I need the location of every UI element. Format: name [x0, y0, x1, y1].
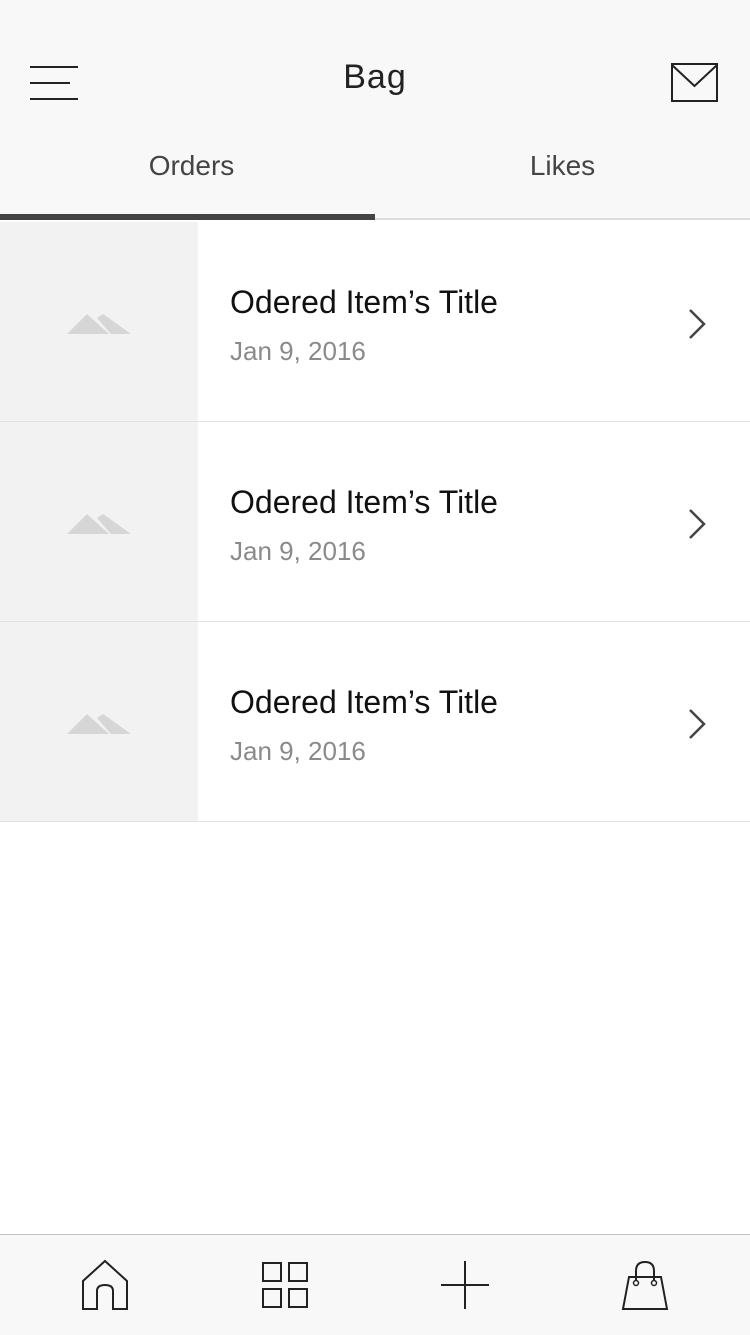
tab-bar-add[interactable]: [439, 1259, 491, 1311]
chevron-right-icon: [689, 709, 706, 739]
bottom-tab-bar: [0, 1234, 750, 1335]
image-placeholder-icon: [67, 714, 131, 734]
order-title: Odered Item’s Title: [230, 684, 498, 720]
tab-bar-bag[interactable]: [619, 1259, 671, 1311]
plus-icon: [441, 1261, 489, 1309]
order-title: Odered Item’s Title: [230, 284, 498, 320]
envelope-icon: [671, 63, 718, 102]
order-date: Jan 9, 2016: [230, 536, 366, 566]
order-thumbnail: [0, 422, 198, 621]
tab-likes[interactable]: Likes: [375, 150, 750, 182]
page-title: Bag: [343, 58, 407, 96]
order-date: Jan 9, 2016: [230, 736, 366, 766]
image-placeholder-icon: [67, 514, 131, 534]
orders-list: Odered Item’s Title Jan 9, 2016 Odered I…: [0, 222, 750, 822]
order-date: Jan 9, 2016: [230, 336, 366, 366]
order-thumbnail: [0, 222, 198, 421]
order-row[interactable]: Odered Item’s Title Jan 9, 2016: [0, 622, 750, 822]
grid-icon: [262, 1262, 308, 1308]
home-icon: [82, 1259, 128, 1310]
order-row[interactable]: Odered Item’s Title Jan 9, 2016: [0, 222, 750, 422]
tab-orders[interactable]: Orders: [8, 150, 375, 182]
order-title: Odered Item’s Title: [230, 484, 498, 520]
order-row[interactable]: Odered Item’s Title Jan 9, 2016: [0, 422, 750, 622]
tab-bar-browse[interactable]: [259, 1259, 311, 1311]
image-placeholder-icon: [67, 314, 131, 334]
tab-bar-home[interactable]: [79, 1259, 131, 1311]
menu-bar-bottom: [30, 98, 78, 100]
chevron-right-icon: [689, 509, 706, 539]
header: Bag Orders Likes: [0, 0, 750, 220]
active-tab-indicator: [0, 214, 375, 220]
order-thumbnail: [0, 622, 198, 821]
shopping-bag-icon: [621, 1260, 669, 1310]
messages-button[interactable]: [670, 62, 720, 104]
chevron-right-icon: [689, 309, 706, 339]
